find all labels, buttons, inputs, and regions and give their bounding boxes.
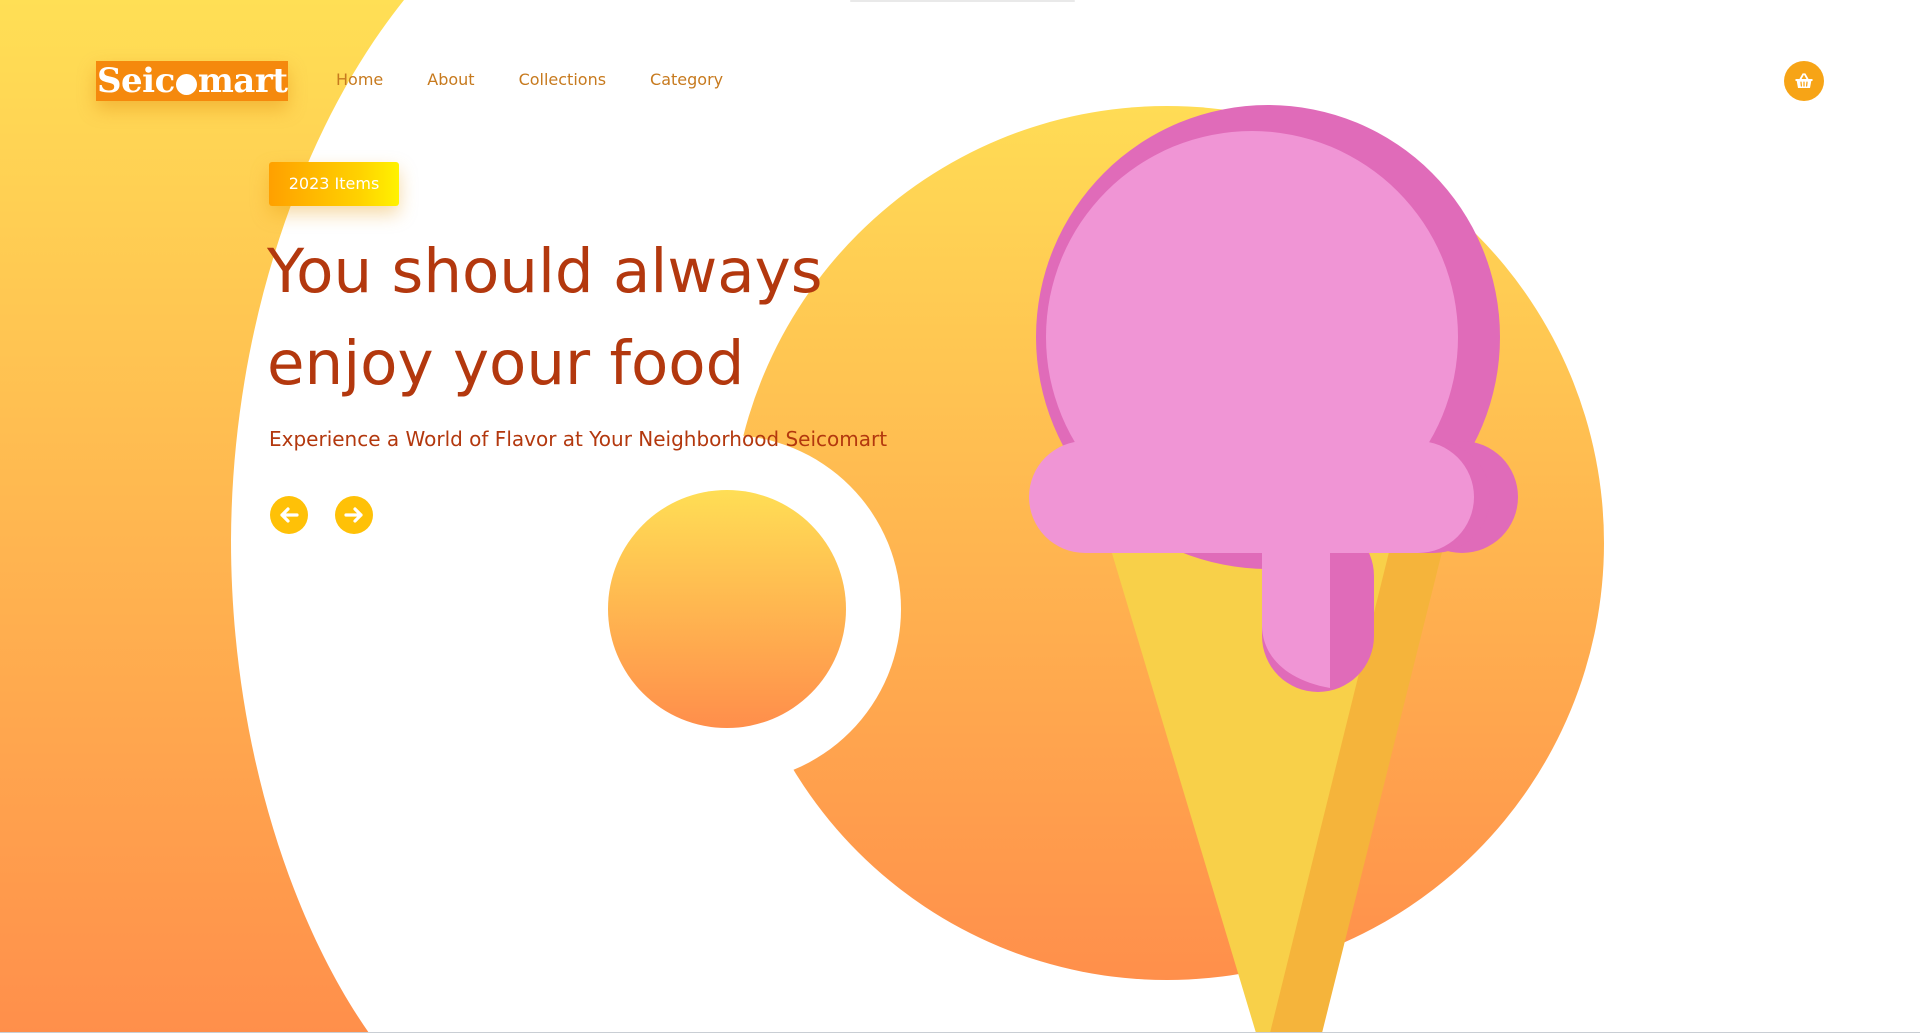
prev-slide-button[interactable] <box>270 496 308 534</box>
hero-page: Seic mart Home About Collections Category… <box>0 0 1920 1033</box>
logo-text-start: Seic <box>97 61 175 101</box>
main-nav: Home About Collections Category <box>336 68 767 92</box>
nav-link-category[interactable]: Category <box>650 68 723 92</box>
cart-button[interactable] <box>1784 61 1824 101</box>
logo-dot-icon <box>175 73 197 95</box>
brand-logo[interactable]: Seic mart <box>96 61 289 101</box>
hero-headline: You should always enjoy your food <box>267 226 907 410</box>
nav-link-home[interactable]: Home <box>336 68 383 92</box>
logo-text-end: mart <box>197 61 288 101</box>
small-circle-shape <box>608 490 846 728</box>
top-scroll-hint <box>850 0 1075 2</box>
nav-link-collections[interactable]: Collections <box>519 68 606 92</box>
arrow-right-icon <box>344 507 363 523</box>
items-badge: 2023 Items <box>269 162 399 206</box>
hero-headline-line-2: enjoy your food <box>267 328 745 399</box>
hero-subtitle: Experience a World of Flavor at Your Nei… <box>269 427 888 451</box>
next-slide-button[interactable] <box>335 496 373 534</box>
hero-headline-line-1: You should always <box>267 236 823 307</box>
arrow-left-icon <box>280 507 299 523</box>
shopping-basket-icon <box>1795 73 1813 88</box>
nav-link-about[interactable]: About <box>427 68 474 92</box>
